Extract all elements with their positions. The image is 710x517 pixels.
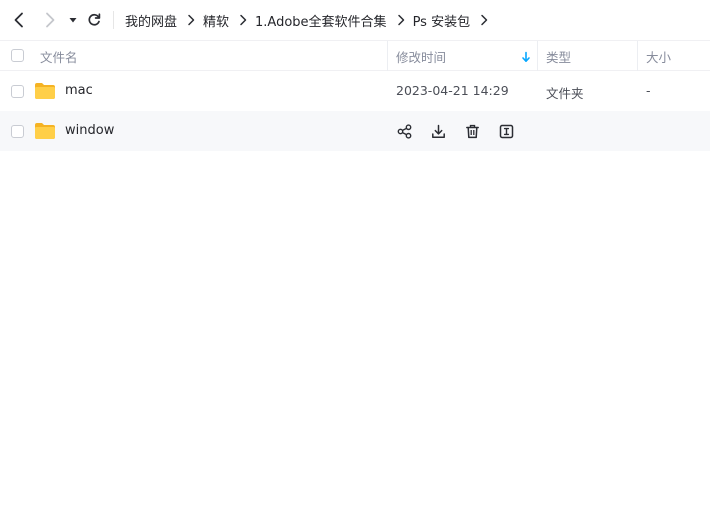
folder-icon bbox=[35, 123, 55, 139]
breadcrumb-item-root[interactable]: 我的网盘 bbox=[125, 11, 177, 30]
file-list-header: 文件名 修改时间 类型 大小 bbox=[0, 40, 710, 71]
breadcrumb: 我的网盘 精软 1.Adobe全套软件合集 Ps 安装包 bbox=[125, 0, 496, 40]
modified-time: 2023-04-21 14:29 bbox=[396, 83, 509, 98]
column-header-modified[interactable]: 修改时间 bbox=[396, 41, 446, 71]
table-row[interactable]: mac 2023-04-21 14:29 文件夹 - bbox=[0, 71, 710, 111]
column-divider bbox=[537, 41, 538, 71]
rename-icon[interactable] bbox=[498, 123, 514, 139]
caret-down-icon bbox=[69, 18, 77, 23]
file-name[interactable]: mac bbox=[65, 83, 93, 98]
breadcrumb-item-ps[interactable]: Ps 安装包 bbox=[413, 11, 471, 30]
delete-icon[interactable] bbox=[464, 123, 480, 139]
arrow-down-icon[interactable] bbox=[521, 42, 531, 72]
chevron-right-icon bbox=[236, 13, 250, 27]
chevron-right-icon bbox=[394, 13, 408, 27]
row-checkbox[interactable] bbox=[11, 85, 24, 98]
back-button[interactable] bbox=[9, 10, 29, 30]
toolbar: 我的网盘 精软 1.Adobe全套软件合集 Ps 安装包 bbox=[0, 0, 710, 40]
file-name[interactable]: window bbox=[65, 123, 114, 138]
row-checkbox[interactable] bbox=[11, 125, 24, 138]
folder-icon bbox=[35, 83, 55, 99]
file-size: - bbox=[646, 83, 651, 98]
toolbar-divider bbox=[113, 11, 114, 29]
refresh-button[interactable] bbox=[84, 10, 104, 30]
select-all-checkbox[interactable] bbox=[11, 49, 24, 62]
share-icon[interactable] bbox=[396, 123, 412, 139]
refresh-icon bbox=[88, 13, 101, 26]
forward-button[interactable] bbox=[40, 10, 60, 30]
chevron-right-icon bbox=[477, 13, 491, 27]
chevron-right-icon bbox=[46, 12, 55, 28]
table-row[interactable]: window bbox=[0, 111, 710, 151]
column-divider bbox=[637, 41, 638, 71]
breadcrumb-item-jingruan[interactable]: 精软 bbox=[203, 11, 229, 30]
column-header-name[interactable]: 文件名 bbox=[40, 41, 78, 71]
chevron-right-icon bbox=[184, 13, 198, 27]
column-header-size[interactable]: 大小 bbox=[646, 41, 671, 71]
download-icon[interactable] bbox=[430, 123, 446, 139]
column-divider bbox=[387, 41, 388, 71]
breadcrumb-item-adobe[interactable]: 1.Adobe全套软件合集 bbox=[255, 11, 387, 30]
file-type: 文件夹 bbox=[546, 86, 584, 101]
chevron-left-icon bbox=[14, 12, 23, 28]
history-dropdown-button[interactable] bbox=[63, 10, 83, 30]
column-header-type[interactable]: 类型 bbox=[546, 41, 571, 71]
